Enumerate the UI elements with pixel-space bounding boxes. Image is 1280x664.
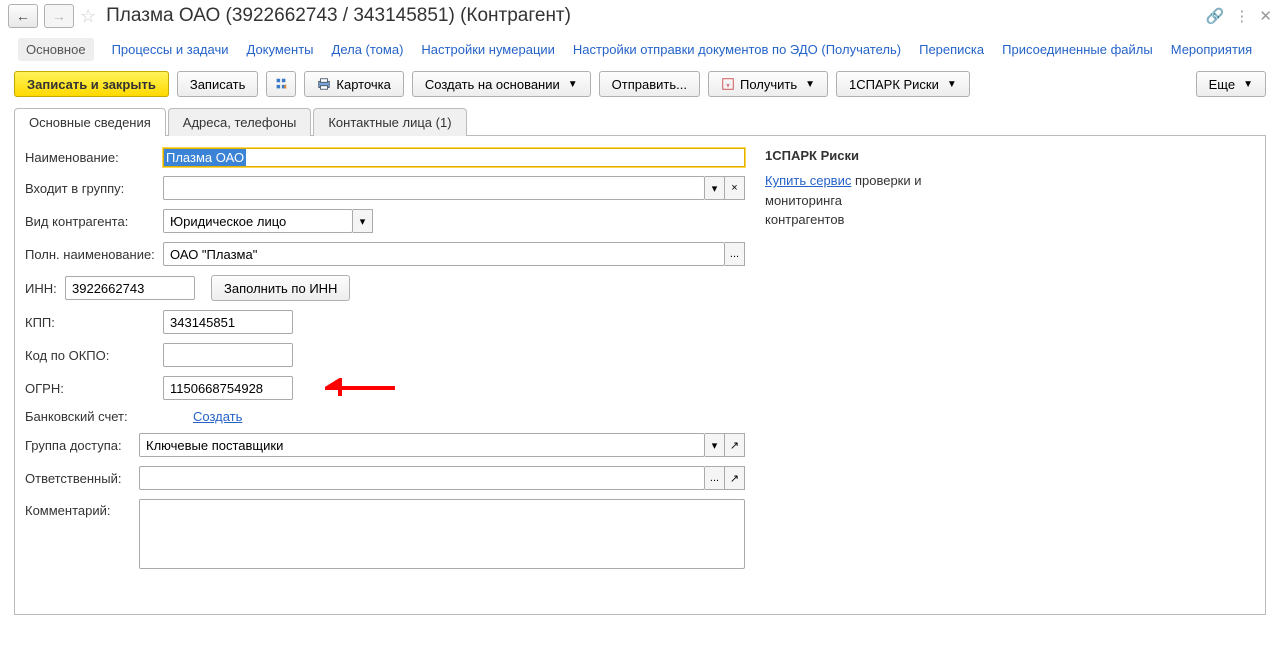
nav-main[interactable]: Основное — [18, 38, 94, 61]
window-header: ← → ☆ Плазма ОАО (3922662743 / 343145851… — [0, 0, 1280, 32]
spark-risks-button[interactable]: 1СПАРК Риски▼ — [836, 71, 970, 97]
group-input[interactable] — [163, 176, 705, 200]
okpo-input[interactable] — [163, 343, 293, 367]
fullname-input[interactable] — [163, 242, 725, 266]
comment-label: Комментарий: — [25, 499, 133, 518]
fullname-label: Полн. наименование: — [25, 247, 157, 262]
forward-button[interactable]: → — [44, 4, 74, 28]
bank-label: Банковский счет: — [25, 409, 157, 424]
refresh-icon — [274, 77, 288, 91]
inn-input[interactable] — [65, 276, 195, 300]
nav-correspondence[interactable]: Переписка — [919, 42, 984, 57]
printer-icon — [317, 77, 331, 91]
group-label: Входит в группу: — [25, 181, 157, 196]
type-dropdown-button[interactable]: ▾ — [353, 209, 373, 233]
access-open-button[interactable]: ↗ — [725, 433, 745, 457]
tab-general[interactable]: Основные сведения — [14, 108, 166, 136]
save-and-close-button[interactable]: Записать и закрыть — [14, 71, 169, 97]
close-icon[interactable]: ✕ — [1259, 7, 1272, 25]
group-clear-button[interactable]: × — [725, 176, 745, 200]
fill-by-inn-button[interactable]: Заполнить по ИНН — [211, 275, 350, 301]
responsible-open-button[interactable]: ↗ — [725, 466, 745, 490]
access-label: Группа доступа: — [25, 438, 133, 453]
ogrn-label: ОГРН: — [25, 381, 157, 396]
type-select[interactable] — [163, 209, 353, 233]
name-label: Наименование: — [25, 150, 157, 165]
nav-numbering[interactable]: Настройки нумерации — [421, 42, 555, 57]
kebab-menu-icon[interactable]: ⋮ — [1234, 7, 1249, 25]
form-body: Наименование: Плазма ОАО Входит в группу… — [14, 135, 1266, 615]
send-button[interactable]: Отправить... — [599, 71, 700, 97]
card-button[interactable]: Карточка — [304, 71, 403, 97]
nav-events[interactable]: Мероприятия — [1171, 42, 1253, 57]
tab-contacts[interactable]: Контактные лица (1) — [313, 108, 466, 136]
sidebar-spark: 1СПАРК Риски Купить сервис проверки и мо… — [765, 148, 925, 602]
kpp-input[interactable] — [163, 310, 293, 334]
inn-label: ИНН: — [25, 281, 59, 296]
spark-title: 1СПАРК Риски — [765, 148, 925, 163]
access-input[interactable] — [139, 433, 705, 457]
group-dropdown-button[interactable]: ▾ — [705, 176, 725, 200]
link-icon[interactable]: 🔗 — [1206, 7, 1225, 25]
nav-edo[interactable]: Настройки отправки документов по ЭДО (По… — [573, 42, 901, 57]
spark-buy-link[interactable]: Купить сервис — [765, 173, 851, 188]
type-label: Вид контрагента: — [25, 214, 157, 229]
page-title: Плазма ОАО (3922662743 / 343145851) (Кон… — [106, 5, 571, 27]
name-input[interactable]: Плазма ОАО — [163, 148, 745, 167]
back-button[interactable]: ← — [8, 4, 38, 28]
nav-documents[interactable]: Документы — [247, 42, 314, 57]
responsible-label: Ответственный: — [25, 471, 133, 486]
tab-bar: Основные сведения Адреса, телефоны Конта… — [14, 107, 1266, 135]
bank-create-link[interactable]: Создать — [193, 409, 242, 424]
okpo-label: Код по ОКПО: — [25, 348, 157, 363]
section-nav: Основное Процессы и задачи Документы Дел… — [0, 32, 1280, 71]
comment-textarea[interactable] — [139, 499, 745, 569]
nav-attached[interactable]: Присоединенные файлы — [1002, 42, 1153, 57]
toolbar: Записать и закрыть Записать Карточка Соз… — [0, 71, 1280, 107]
nav-processes[interactable]: Процессы и задачи — [112, 42, 229, 57]
responsible-expand-button[interactable]: ... — [705, 466, 725, 490]
tab-addresses[interactable]: Адреса, телефоны — [168, 108, 312, 136]
fullname-expand-button[interactable]: ... — [725, 242, 745, 266]
more-button[interactable]: Еще▼ — [1196, 71, 1266, 97]
favorite-star-icon[interactable]: ☆ — [80, 6, 96, 27]
receive-button[interactable]: Получить▼ — [708, 71, 828, 97]
nav-cases[interactable]: Дела (тома) — [332, 42, 404, 57]
receive-icon — [721, 77, 735, 91]
kpp-label: КПП: — [25, 315, 157, 330]
create-from-button[interactable]: Создать на основании▼ — [412, 71, 591, 97]
ogrn-input[interactable] — [163, 376, 293, 400]
save-button[interactable]: Записать — [177, 71, 259, 97]
responsible-input[interactable] — [139, 466, 705, 490]
annotation-arrow — [325, 378, 395, 398]
access-dropdown-button[interactable]: ▾ — [705, 433, 725, 457]
refresh-icon-button[interactable] — [266, 71, 296, 97]
